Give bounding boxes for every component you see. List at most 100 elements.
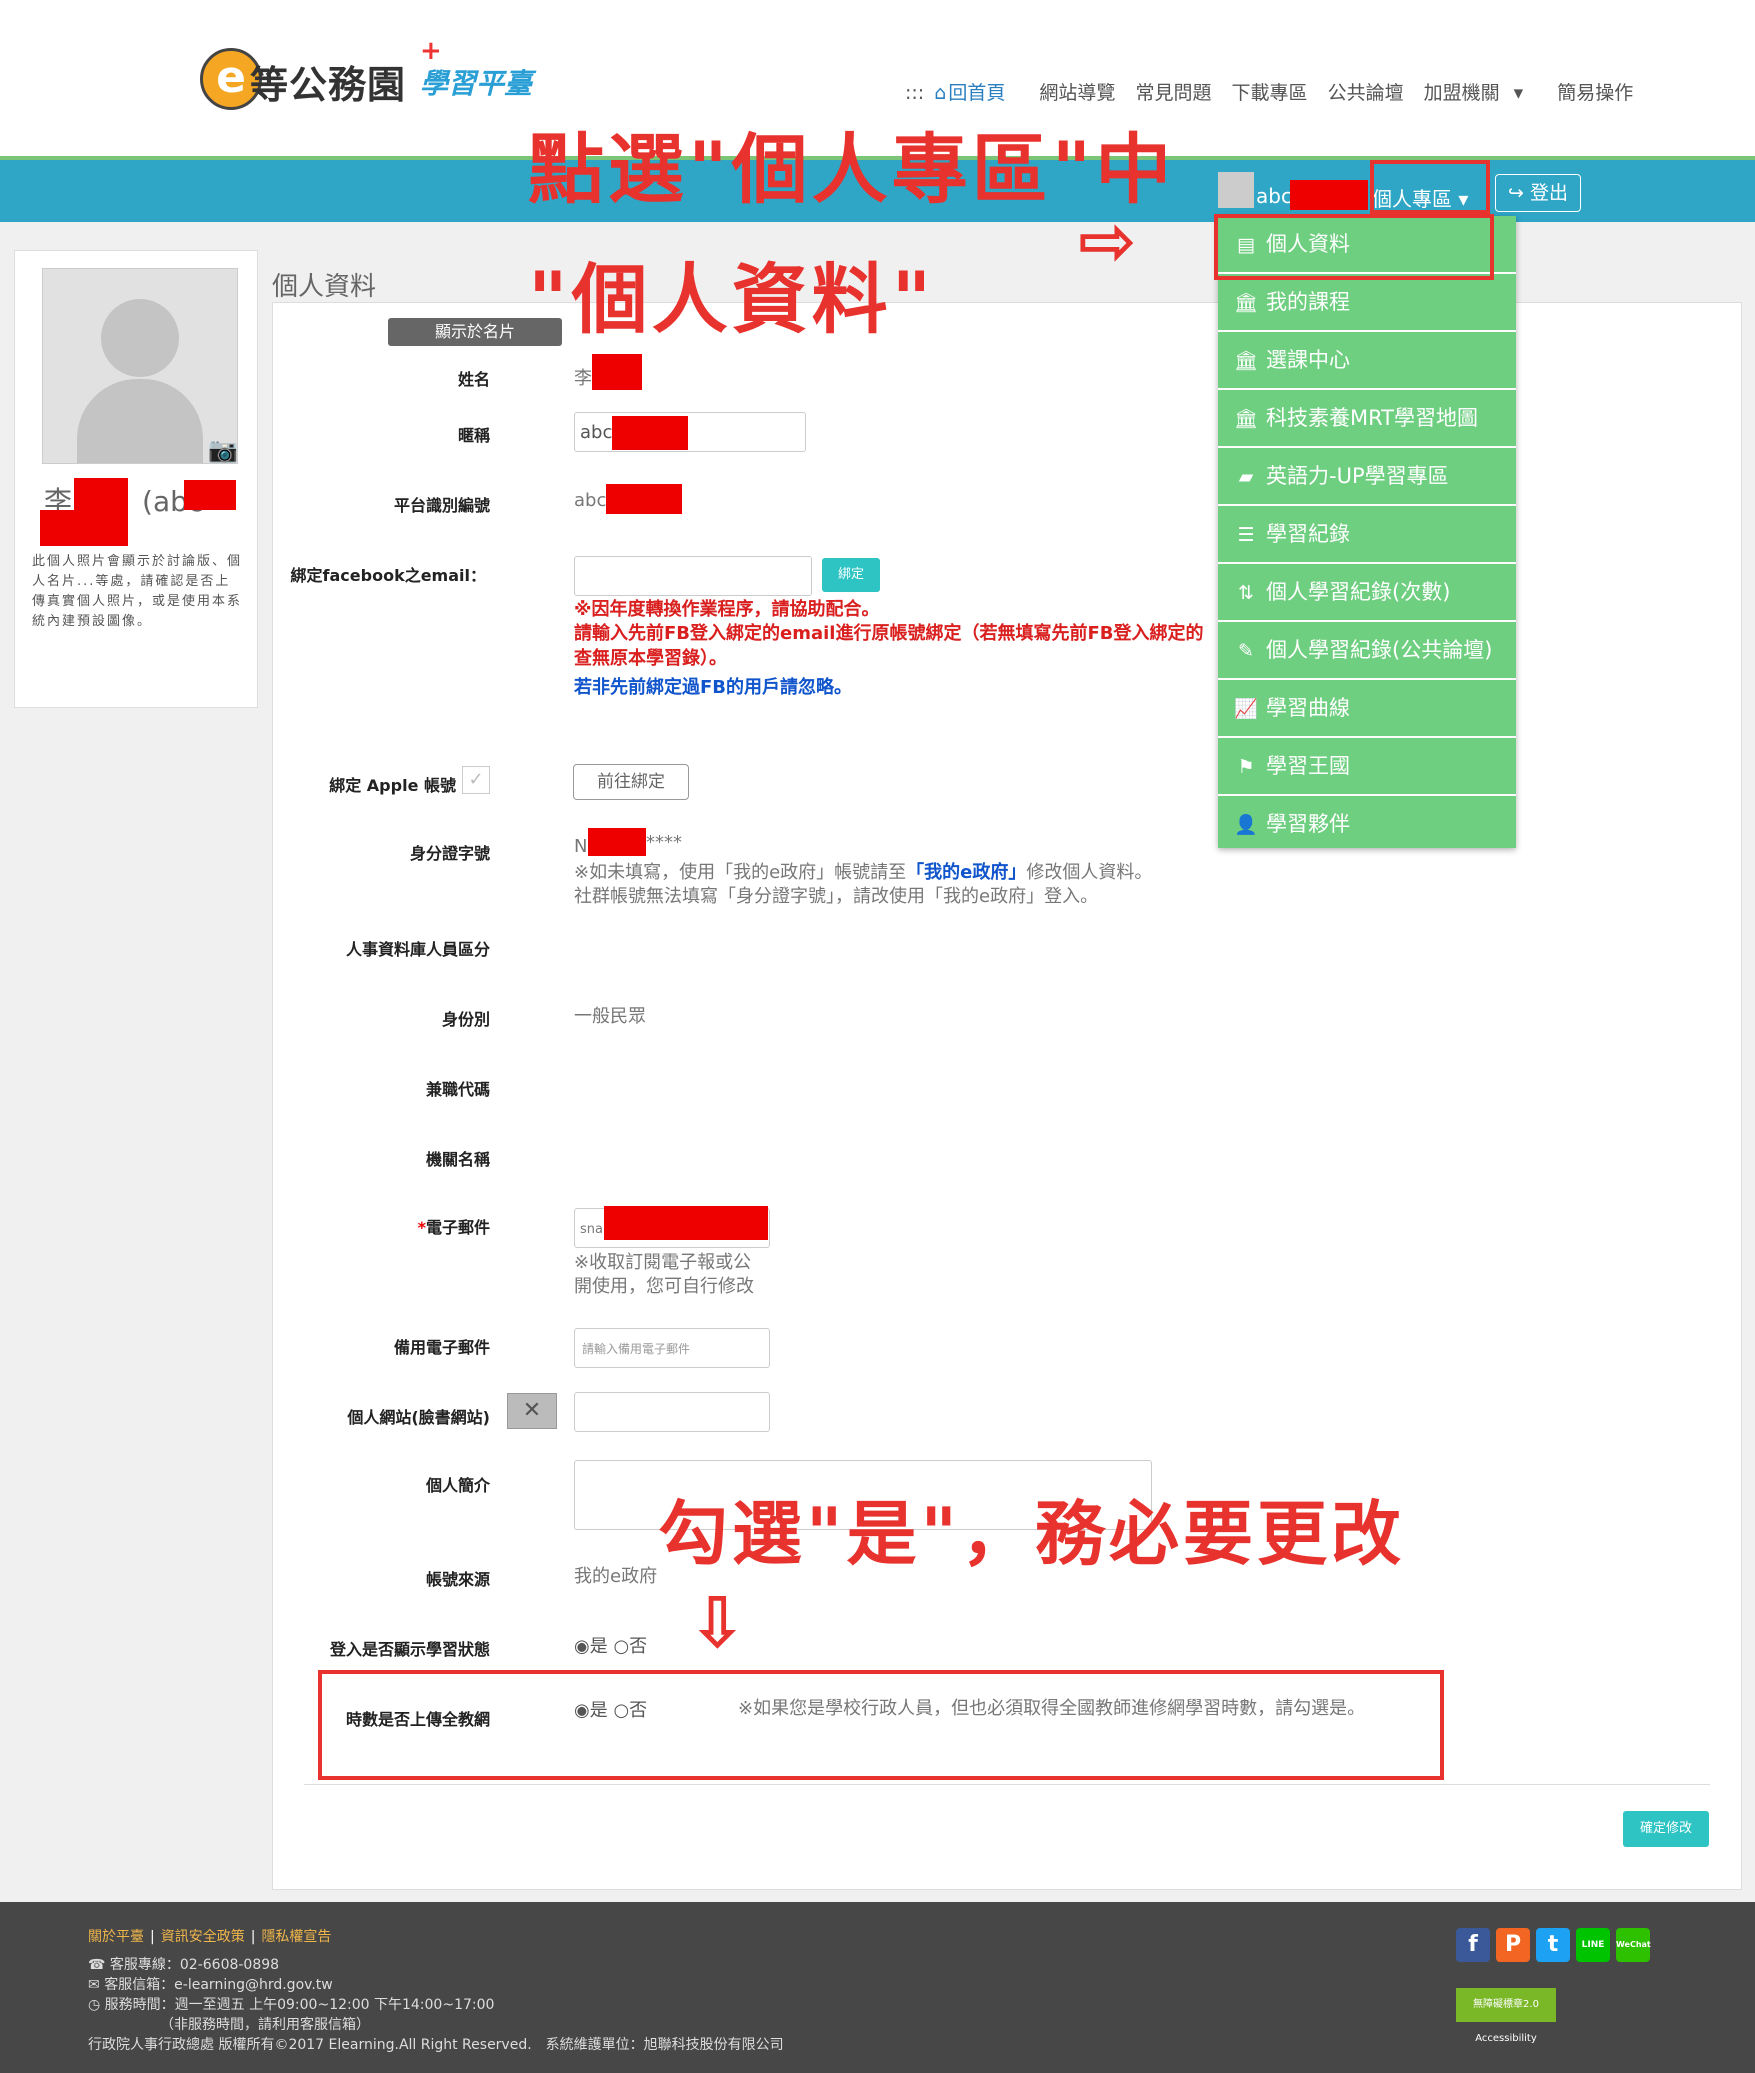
menu-item-learning-partner[interactable]: 👤 學習夥伴 — [1218, 796, 1516, 852]
page-title: 個人資料 — [272, 272, 377, 302]
caret-down-icon: ▾ — [1513, 82, 1524, 104]
envelope-icon: ✉ — [88, 1977, 105, 1993]
id-note-a: ※如未填寫，使用「我的e政府」帳號請至 — [574, 862, 907, 883]
menu-item-label: 個人學習紀錄(次數) — [1266, 580, 1451, 604]
backup-email-label: 備用電子郵件 — [393, 1338, 490, 1357]
wechat-icon[interactable]: WeChat — [1616, 1928, 1651, 1962]
nav-partners[interactable]: 加盟機關 ▾ — [1424, 82, 1538, 104]
institution-icon: 🏛 — [1233, 292, 1259, 314]
radio-no[interactable]: ○ — [613, 1636, 629, 1657]
menu-item-label: 學習王國 — [1266, 754, 1350, 778]
database-icon: ☰ — [1237, 524, 1255, 546]
nav-prefix: ::: — [905, 82, 925, 104]
website-field[interactable] — [574, 1392, 770, 1432]
personal-zone-dropdown: ▤ 個人資料 🏛 我的課程 🏛 選課中心 🏛 科技素養MRT學習地圖 ▰ 英語力-UP學習… — [1218, 216, 1516, 848]
footer-email-text: 客服信箱：e-learning@hrd.gov.tw — [104, 1977, 333, 1993]
redaction — [592, 354, 642, 390]
apple-bind-button[interactable]: 前往綁定 — [573, 764, 689, 800]
identity-label: 身份別 — [441, 1010, 490, 1029]
nickname-label: 暱稱 — [457, 426, 490, 445]
line-chart-icon: 📈 — [1234, 698, 1258, 720]
menu-item-record-forum[interactable]: ✎ 個人學習紀錄(公共論壇) — [1218, 622, 1516, 680]
nav-easy-mode[interactable]: 簡易操作 — [1557, 82, 1633, 104]
required-mark: * — [417, 1218, 426, 1237]
arrow-down-icon: ⇩ — [688, 1582, 747, 1664]
menu-item-label: 個人學習紀錄(公共論壇) — [1266, 638, 1493, 662]
org-name-label: 機關名稱 — [425, 1150, 490, 1169]
check-icon: ✓ — [462, 766, 490, 794]
website-label: 個人網站(臉書網站) — [347, 1408, 490, 1427]
facebook-icon[interactable]: f — [1456, 1928, 1490, 1962]
nav-partners-label: 加盟機關 — [1423, 82, 1500, 104]
logout-button[interactable]: ↪ 登出 — [1495, 174, 1581, 212]
clear-icon[interactable]: ✕ — [507, 1393, 557, 1429]
id-note-line2: 社群帳號無法填寫「身分證字號」，請改使用「我的e政府」登入。 — [574, 886, 1099, 907]
menu-item-learning-kingdom[interactable]: ⚑ 學習王國 — [1218, 738, 1516, 796]
footer-separator: | — [250, 1929, 256, 1945]
menu-item-learning-curve[interactable]: 📈 學習曲線 — [1218, 680, 1516, 738]
identity-value: 一般民眾 — [574, 1006, 646, 1027]
footer-link-security[interactable]: 資訊安全政策 — [161, 1929, 245, 1945]
email-note-line1: ※收取訂閱電子報或公 — [574, 1252, 752, 1273]
nav-faq[interactable]: 常見問題 — [1135, 82, 1211, 104]
plurk-icon[interactable]: P — [1496, 1928, 1530, 1962]
menu-item-english-up[interactable]: ▰ 英語力-UP學習專區 — [1218, 448, 1516, 506]
radio-yes-selected[interactable]: ◉ — [574, 1636, 590, 1657]
nav-forum[interactable]: 公共論壇 — [1328, 82, 1404, 104]
annotation-bottom: 勾選"是"，務必要更改 — [658, 1493, 1405, 1575]
footer-phone: ☎ 客服專線：02-6608-0898 — [88, 1954, 279, 1974]
institution-icon: 🏛 — [1233, 350, 1259, 372]
menu-item-learning-record[interactable]: ☰ 學習紀錄 — [1218, 506, 1516, 564]
annotation-top-line2: "個人資料" — [528, 255, 936, 344]
footer-link-privacy[interactable]: 隱私權宣告 — [261, 1929, 331, 1945]
top-navigation: ::: ⌂ 回首頁 網站導覽 常見問題 下載專區 公共論壇 加盟機關 ▾ 簡易操作 — [905, 78, 1647, 108]
id-number-suffix: **** — [646, 832, 682, 853]
home-icon: ⌂ — [934, 82, 947, 104]
footer-links: 關於平臺 | 資訊安全政策 | 隱私權宣告 — [88, 1926, 331, 1946]
id-number-prefix: N — [574, 836, 588, 857]
site-logo[interactable]: e 等公務園 + 學習平臺 — [180, 36, 550, 130]
facebook-email-field[interactable] — [574, 556, 812, 596]
my-egov-link[interactable]: 「我的e政府」 — [906, 862, 1026, 883]
apple-label: 綁定 Apple 帳號 — [329, 776, 456, 795]
menu-item-label: 學習紀錄 — [1266, 522, 1350, 546]
nickname-value: abc — [580, 422, 613, 443]
twitter-icon[interactable]: t — [1536, 1928, 1570, 1962]
nav-sitemap[interactable]: 網站導覽 — [1039, 82, 1115, 104]
logo-main-text: 等公務園 — [250, 63, 407, 107]
arrow-right-icon: ⇨ — [1078, 200, 1137, 282]
radio-no-label: 否 — [629, 1636, 648, 1657]
menu-item-mrt-map[interactable]: 🏛 科技素養MRT學習地圖 — [1218, 390, 1516, 448]
platform-id-label: 平台識別編號 — [393, 496, 490, 515]
menu-item-label: 學習曲線 — [1266, 696, 1350, 720]
redaction — [606, 484, 682, 514]
radio-yes-label: 是 — [589, 1636, 608, 1657]
menu-item-my-courses[interactable]: 🏛 我的課程 — [1218, 274, 1516, 332]
footer-email: ✉ 客服信箱：e-learning@hrd.gov.tw — [88, 1974, 333, 1994]
nav-downloads[interactable]: 下載專區 — [1232, 82, 1308, 104]
line-icon[interactable]: LINE — [1576, 1928, 1610, 1962]
footer-phone-text: 客服專線：02-6608-0898 — [109, 1957, 280, 1973]
show-status-label: 登入是否顯示學習狀態 — [329, 1640, 490, 1659]
accessibility-badge[interactable]: 無障礙標章2.0 Accessibility — [1456, 1988, 1556, 2044]
platform-id-value: abc — [574, 490, 607, 511]
user-avatar[interactable] — [1218, 172, 1254, 208]
menu-item-course-center[interactable]: 🏛 選課中心 — [1218, 332, 1516, 390]
flag-icon: ⚑ — [1237, 756, 1255, 778]
id-note-b: 修改個人資料。 — [1026, 862, 1153, 883]
menu-item-label: 選課中心 — [1266, 348, 1350, 372]
form-divider — [304, 1784, 1710, 1785]
footer-link-about[interactable]: 關於平臺 — [88, 1929, 144, 1945]
redaction — [612, 416, 688, 450]
menu-item-record-count[interactable]: ⇅ 個人學習紀錄(次數) — [1218, 564, 1516, 622]
confirm-button[interactable]: 確定修改 — [1623, 1811, 1709, 1847]
footer-separator: | — [150, 1929, 155, 1945]
footer-hours-text: 服務時間：週一至週五 上午09:00~12:00 下午14:00~17:00 — [104, 1997, 495, 2013]
hr-db-label: 人事資料庫人員區分 — [345, 940, 490, 959]
backup-email-placeholder: 請輸入備用電子郵件 — [582, 1342, 691, 1356]
account-source-value: 我的e政府 — [574, 1566, 658, 1587]
nav-home[interactable]: ⌂ 回首頁 — [934, 82, 1019, 104]
email-note-line2: 開使用，您可自行修改 — [574, 1276, 754, 1297]
redaction-username — [1290, 180, 1368, 210]
bind-facebook-button[interactable]: 綁定 — [822, 558, 880, 592]
